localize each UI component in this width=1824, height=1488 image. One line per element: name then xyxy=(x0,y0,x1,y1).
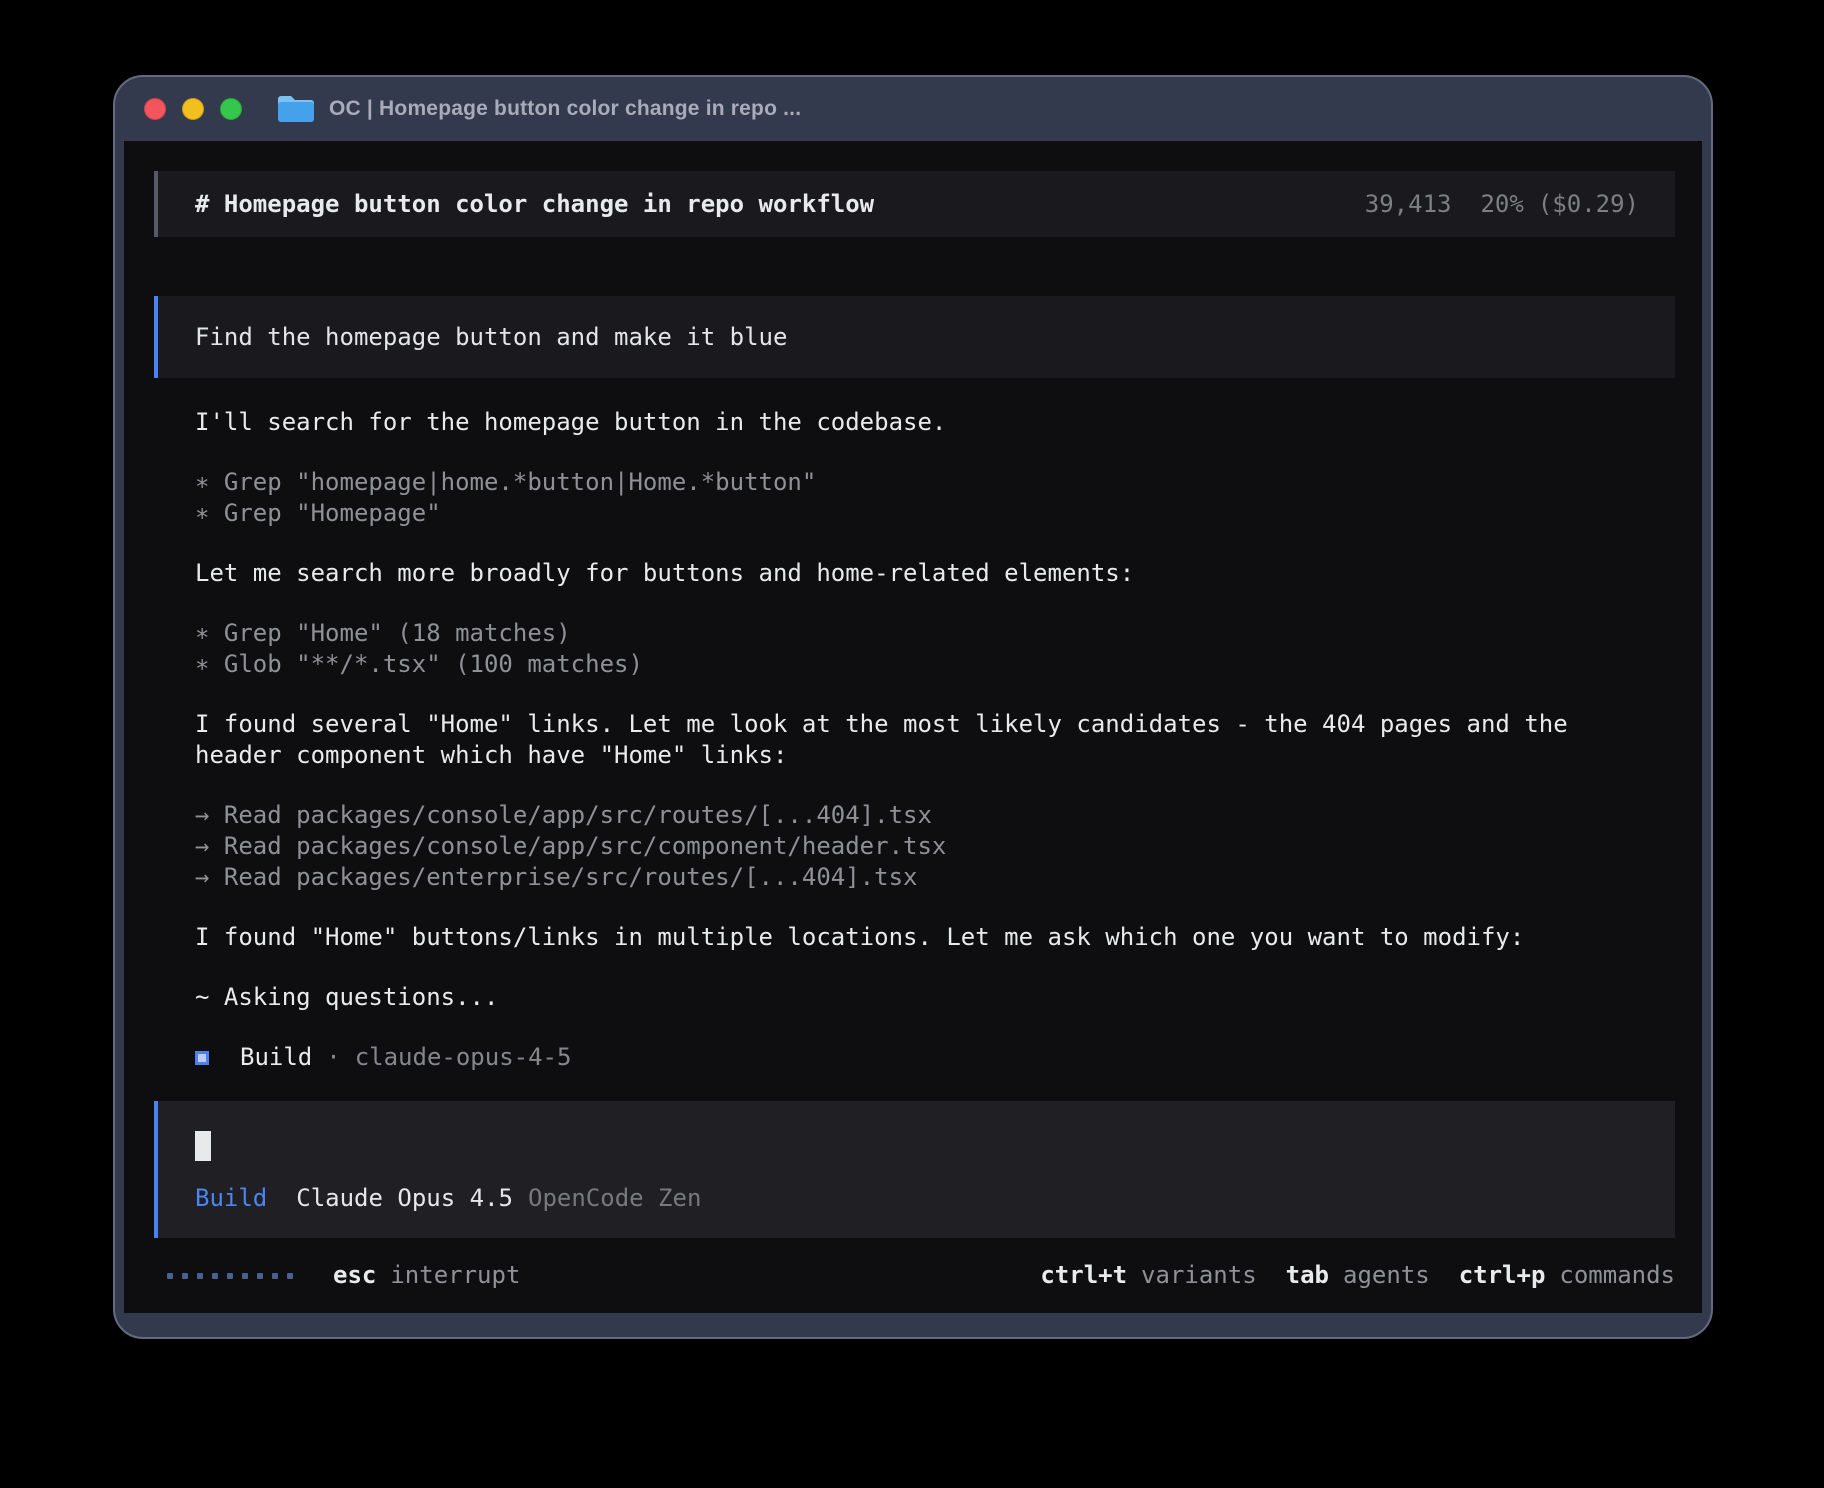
tool-call-read: → Read packages/console/app/src/componen… xyxy=(195,831,1655,862)
assistant-paragraph: I'll search for the homepage button in t… xyxy=(195,407,1655,438)
agent-name: Build xyxy=(240,1042,312,1073)
status-bar-right: ctrl+t variants tab agents ctrl+p comman… xyxy=(1040,1260,1675,1291)
tool-call-group: → Read packages/console/app/src/routes/[… xyxy=(195,800,1655,893)
folder-icon xyxy=(276,93,316,125)
text-cursor-icon xyxy=(195,1131,211,1161)
session-stats: 39,413 20% ($0.29) xyxy=(1365,189,1639,220)
session-header: # Homepage button color change in repo w… xyxy=(154,171,1675,237)
spinner-dots-icon xyxy=(167,1273,293,1279)
close-button-icon[interactable] xyxy=(144,98,166,120)
minimize-button-icon[interactable] xyxy=(182,98,204,120)
pending-tool-status: ~ Asking questions... xyxy=(195,982,1655,1013)
assistant-paragraph: I found several "Home" links. Let me loo… xyxy=(195,709,1655,771)
terminal-content: # Homepage button color change in repo w… xyxy=(124,141,1702,1313)
hint-key-tab: tab xyxy=(1286,1260,1329,1291)
hint-agents: tab agents xyxy=(1286,1260,1430,1291)
context-percent: 20% xyxy=(1480,189,1523,220)
session-title: # Homepage button color change in repo w… xyxy=(195,189,874,220)
assistant-paragraph: I found "Home" buttons/links in multiple… xyxy=(195,922,1655,953)
status-bar-left: esc interrupt xyxy=(154,1260,520,1291)
tool-call-group: ∗ Grep "homepage|home.*button|Home.*butt… xyxy=(195,467,1655,529)
status-separator: · xyxy=(326,1042,340,1073)
model-name: claude-opus-4-5 xyxy=(355,1042,572,1073)
input-model-label[interactable]: Claude Opus 4.5 xyxy=(296,1183,513,1214)
hint-key-ctrl-p: ctrl+p xyxy=(1459,1260,1546,1291)
hint-key-esc: esc xyxy=(333,1260,376,1291)
input-agent-label[interactable]: Build xyxy=(195,1183,267,1214)
tool-call-glob: ∗ Glob "**/*.tsx" (100 matches) xyxy=(195,649,1655,680)
assistant-paragraph: Let me search more broadly for buttons a… xyxy=(195,558,1655,589)
conversation: I'll search for the homepage button in t… xyxy=(195,407,1655,1073)
tool-call-grep: ∗ Grep "homepage|home.*button|Home.*butt… xyxy=(195,467,1655,498)
tool-call-group: ∗ Grep "Home" (18 matches) ∗ Glob "**/*.… xyxy=(195,618,1655,680)
hint-label-interrupt: interrupt xyxy=(390,1260,520,1291)
status-bar: esc interrupt ctrl+t variants tab agents… xyxy=(154,1260,1675,1291)
maximize-button-icon[interactable] xyxy=(220,98,242,120)
tool-call-grep: ∗ Grep "Home" (18 matches) xyxy=(195,618,1655,649)
titlebar[interactable]: OC | Homepage button color change in rep… xyxy=(115,77,1711,141)
hint-variants: ctrl+t variants xyxy=(1040,1260,1256,1291)
tool-call-read: → Read packages/enterprise/src/routes/[.… xyxy=(195,862,1655,893)
token-count: 39,413 xyxy=(1365,189,1452,220)
session-cost: ($0.29) xyxy=(1538,189,1639,220)
tool-call-read: → Read packages/console/app/src/routes/[… xyxy=(195,800,1655,831)
hint-label-commands: commands xyxy=(1559,1260,1675,1291)
hint-label-variants: variants xyxy=(1141,1260,1257,1291)
user-message-text: Find the homepage button and make it blu… xyxy=(195,322,787,353)
traffic-lights xyxy=(144,98,242,120)
prompt-input[interactable]: Build Claude Opus 4.5 OpenCode Zen xyxy=(154,1101,1675,1238)
agent-status-row: Build · claude-opus-4-5 xyxy=(195,1042,1655,1073)
agent-build-icon xyxy=(195,1051,209,1065)
user-message: Find the homepage button and make it blu… xyxy=(154,296,1675,378)
input-status-row: Build Claude Opus 4.5 OpenCode Zen xyxy=(195,1183,1639,1214)
hint-commands: ctrl+p commands xyxy=(1459,1260,1675,1291)
hint-label-agents: agents xyxy=(1343,1260,1430,1291)
tool-call-grep: ∗ Grep "Homepage" xyxy=(195,498,1655,529)
terminal-window: OC | Homepage button color change in rep… xyxy=(113,75,1713,1339)
input-provider-label: OpenCode Zen xyxy=(528,1183,701,1214)
hint-key-ctrl-t: ctrl+t xyxy=(1040,1260,1127,1291)
window-title: OC | Homepage button color change in rep… xyxy=(329,97,801,121)
